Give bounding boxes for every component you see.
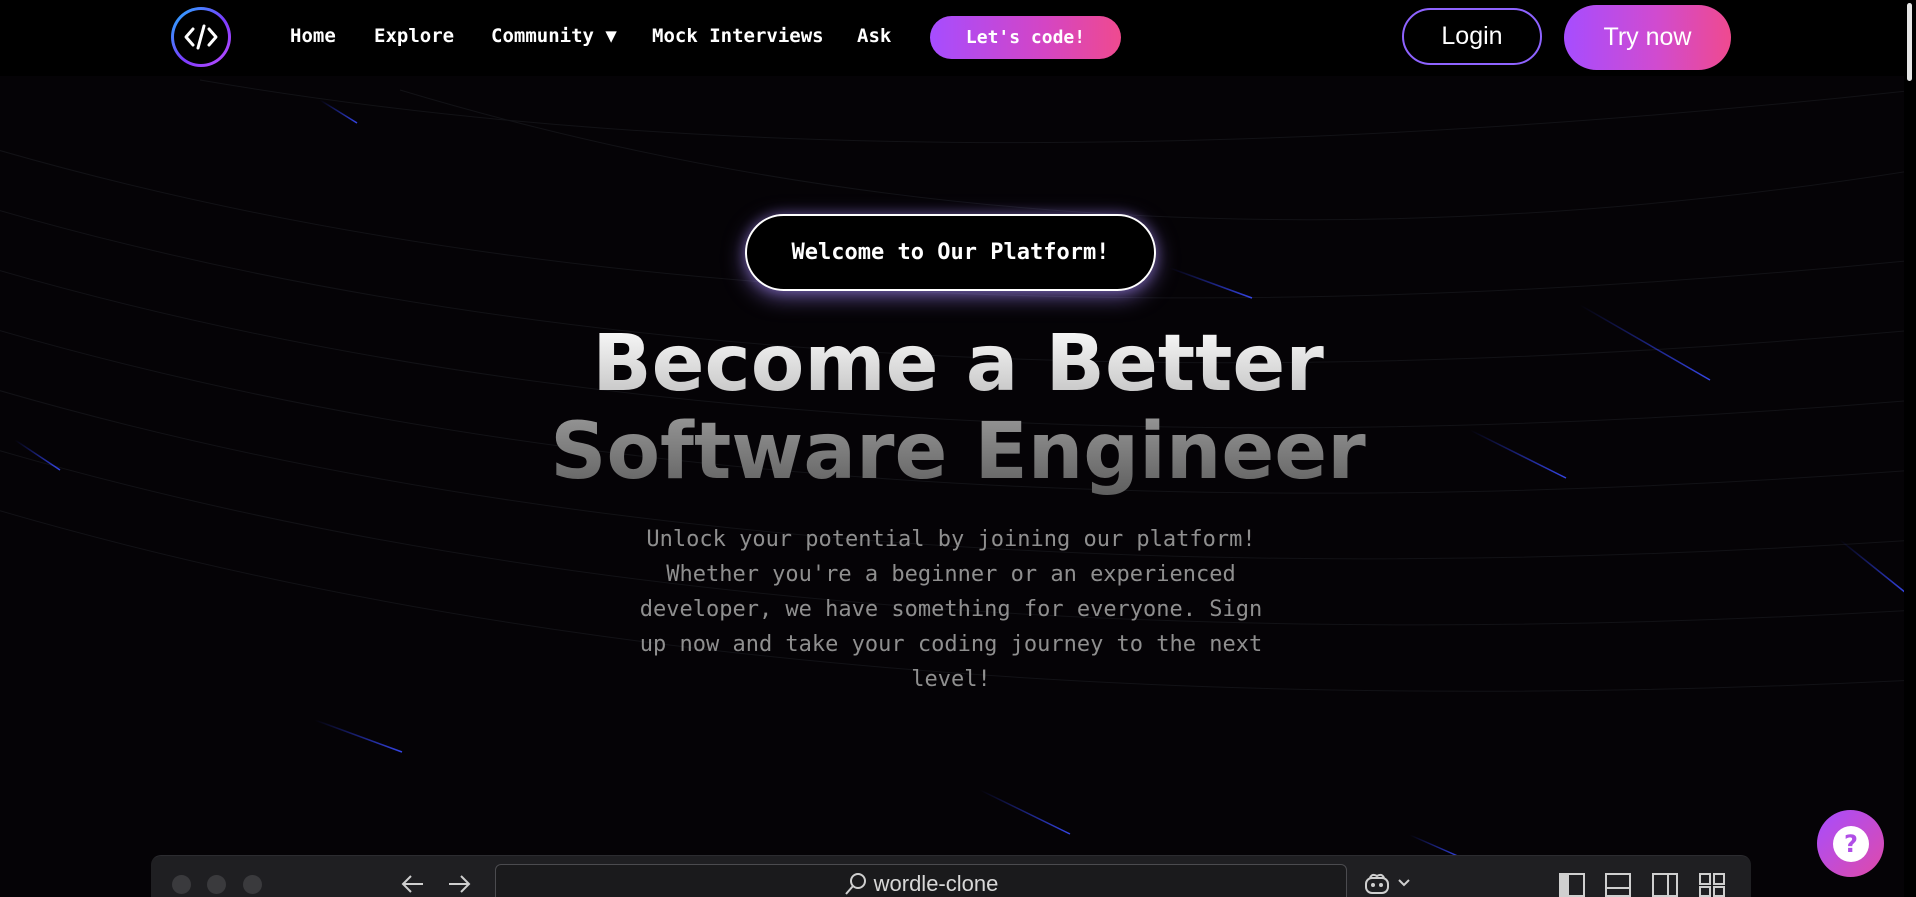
layout-sidebar-left-icon[interactable] <box>1559 873 1585 897</box>
code-brackets-icon <box>184 24 218 50</box>
chevron-down-icon[interactable] <box>1397 878 1411 888</box>
nav-explore-link[interactable]: Explore <box>374 25 454 47</box>
login-button[interactable]: Login <box>1402 8 1542 65</box>
search-icon <box>844 873 866 895</box>
url-bar[interactable]: wordle-clone <box>495 864 1347 897</box>
lets-code-button[interactable]: Let's code! <box>930 16 1121 59</box>
layout-grid-icon[interactable] <box>1699 873 1725 897</box>
try-now-button[interactable]: Try now <box>1564 5 1731 70</box>
layout-sidebar-right-icon[interactable] <box>1652 873 1678 897</box>
nav-ask-link[interactable]: Ask <box>857 25 891 47</box>
window-dot-minimize <box>207 875 226 894</box>
copilot-icon[interactable] <box>1363 872 1391 896</box>
top-navbar: Home Explore Community ▼ Mock Interviews… <box>0 0 1916 76</box>
browser-mockup-toolbar: wordle-clone <box>151 855 1751 897</box>
help-button[interactable]: ? <box>1817 810 1884 877</box>
window-dot-maximize <box>243 875 262 894</box>
hero-headline-line1: Become a Better <box>0 320 1916 408</box>
nav-home-link[interactable]: Home <box>290 25 336 47</box>
logo[interactable] <box>171 7 231 67</box>
question-mark-icon: ? <box>1832 825 1869 862</box>
scrollbar-thumb[interactable] <box>1907 3 1912 81</box>
url-text: wordle-clone <box>873 871 999 896</box>
forward-arrow-icon[interactable] <box>447 873 471 895</box>
window-dot-close <box>172 875 191 894</box>
nav-mock-interviews-link[interactable]: Mock Interviews <box>652 25 824 47</box>
layout-panel-icon[interactable] <box>1605 873 1631 897</box>
hero-description: Unlock your potential by joining our pla… <box>639 527 1263 692</box>
page-scrollbar[interactable] <box>1904 0 1916 897</box>
nav-community-dropdown[interactable]: Community ▼ <box>491 25 617 47</box>
welcome-badge: Welcome to Our Platform! <box>745 214 1156 291</box>
svg-text:?: ? <box>1844 830 1858 858</box>
hero-headline-line2: Software Engineer <box>0 408 1916 496</box>
back-arrow-icon[interactable] <box>401 873 425 895</box>
